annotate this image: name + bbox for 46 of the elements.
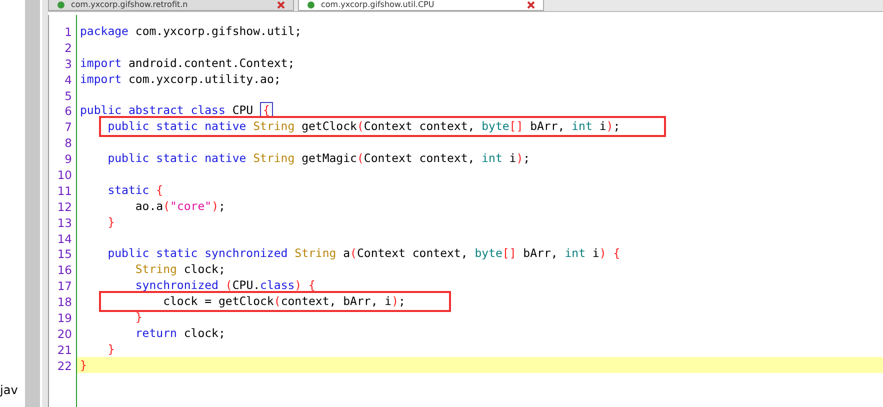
line-number: 10 [56, 167, 73, 182]
line-number: 4 [64, 72, 73, 87]
line-number: 9 [64, 151, 73, 166]
code-line: } [134, 310, 142, 324]
line-number: 18 [56, 294, 73, 310]
line-number: 15 [56, 246, 73, 262]
code-line: public abstract class CPU { [77, 102, 273, 118]
code-line: ao.a("core"); [134, 198, 226, 213]
line-number: 12 [56, 198, 73, 214]
code-line: package com.yxcorp.gifshow.util; [79, 24, 302, 38]
code-line: } [79, 358, 87, 372]
code-line: } [106, 342, 115, 356]
line-number: 13 [56, 214, 73, 230]
line-number: 6 [64, 103, 73, 118]
tree-item[interactable]: jav [0, 383, 22, 397]
line-number: 22 [56, 358, 73, 373]
editor-tab[interactable]: com.yxcorp.gifshow.util.CPU [298, 0, 544, 11]
code-line: } [106, 214, 115, 229]
line-number: 1 [64, 24, 73, 39]
line-number: 5 [64, 88, 73, 102]
line-number: 21 [56, 342, 73, 357]
editor-tab[interactable]: com.yxcorp.gifshow.retrofit.n [48, 0, 294, 11]
line-number: 2 [64, 40, 73, 55]
line-number: 19 [56, 310, 73, 325]
code-line: public static native String getMagic(Context context, int i); [106, 151, 530, 166]
line-number: 11 [56, 182, 73, 198]
code-line: import android.content.Context; [79, 56, 295, 70]
code-line: return clock; [134, 326, 226, 340]
line-number: 3 [64, 56, 73, 71]
code-line: String clock; [134, 262, 226, 276]
class-file-icon [57, 1, 65, 9]
code-line: static { [106, 182, 164, 197]
close-icon[interactable] [277, 1, 285, 9]
code-line: import com.yxcorp.utility.ao; [79, 72, 281, 86]
line-number: 16 [56, 262, 73, 278]
line-number: 14 [56, 230, 73, 246]
line-number: 8 [64, 135, 73, 150]
code-line: synchronized (CPU.class) { [134, 278, 316, 292]
code-line: public static native String getClock(Context context, byte[] bArr, int i); [77, 119, 620, 134]
line-number: 20 [56, 326, 73, 341]
close-icon[interactable] [527, 1, 535, 9]
class-file-icon [307, 1, 315, 9]
line-number: 7 [64, 119, 73, 134]
code-line: public static synchronized String a(Context context, byte[] bArr, int i) { [106, 246, 620, 260]
line-number: 17 [56, 278, 73, 294]
code-line: clock = getClock(context, bArr, i); [77, 294, 406, 308]
